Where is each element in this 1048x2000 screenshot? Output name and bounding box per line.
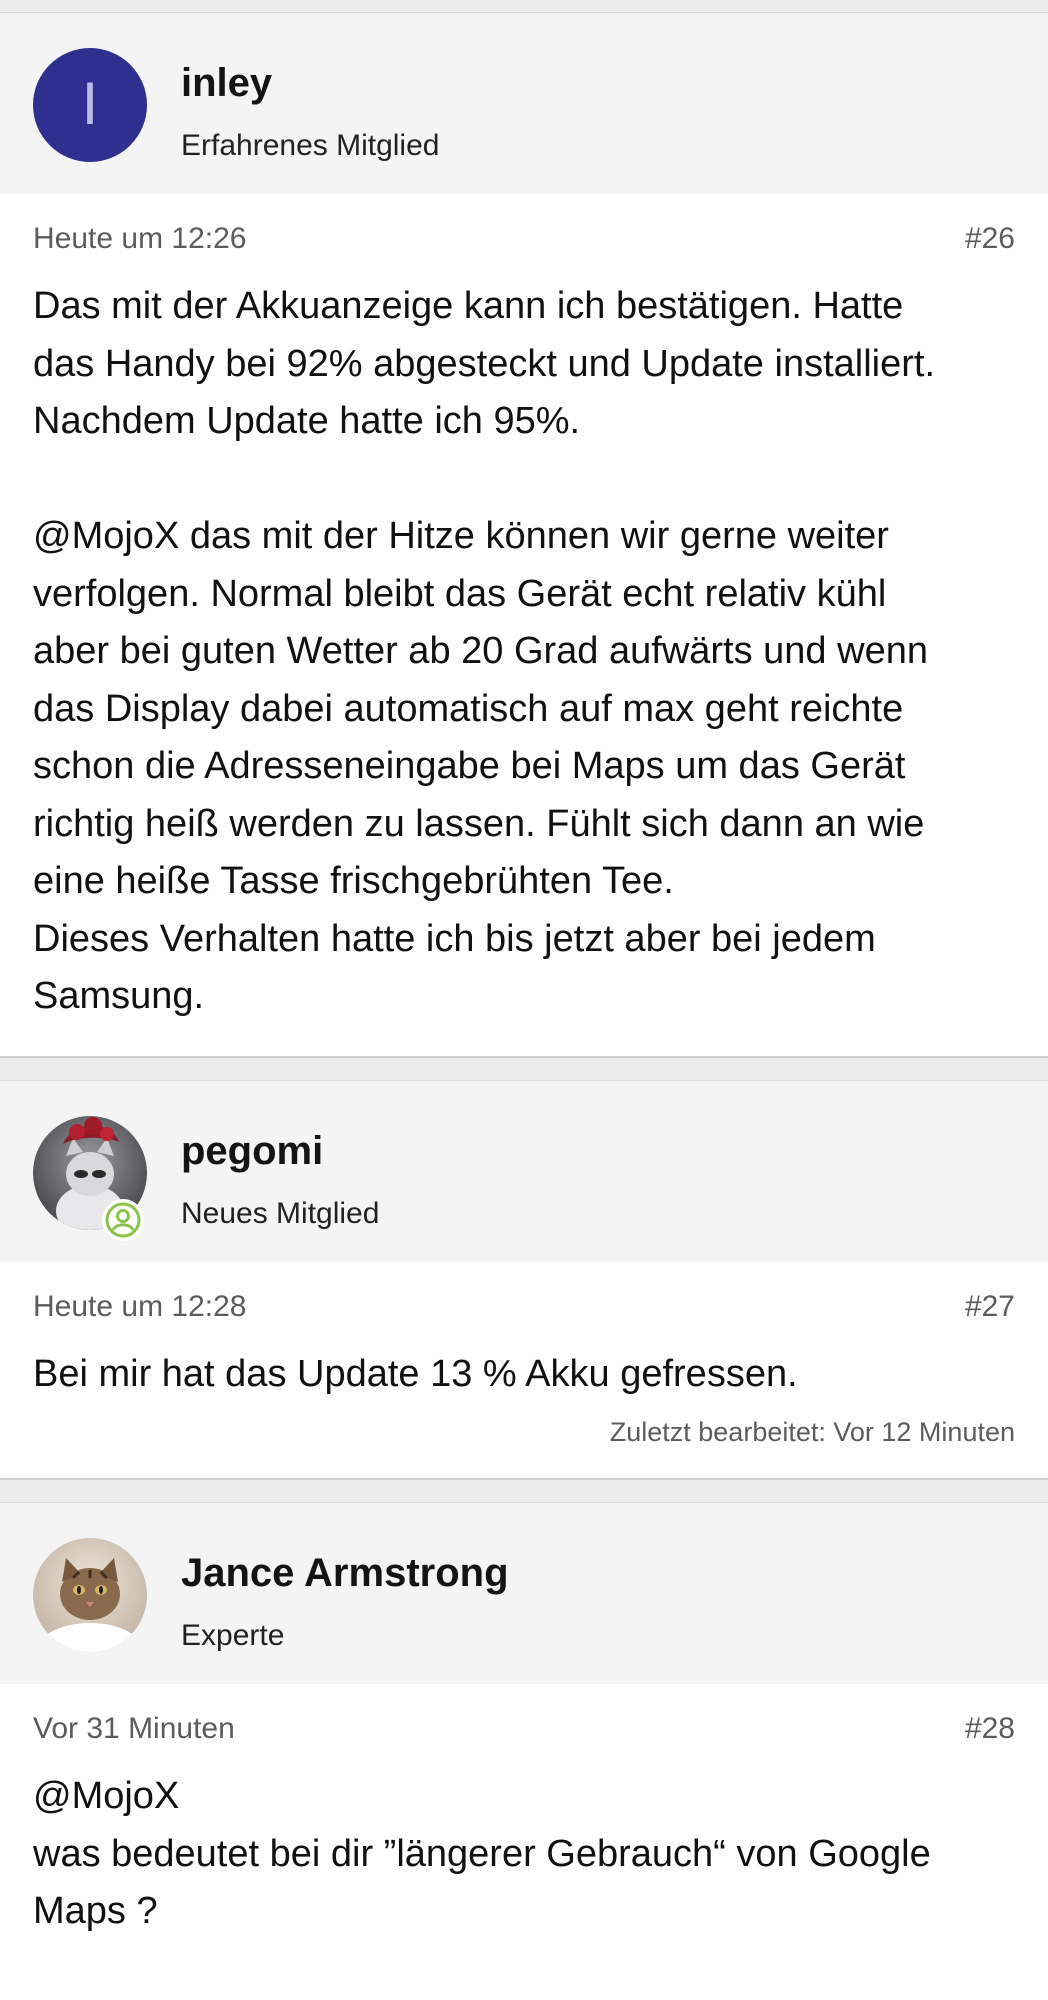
user-rank: Erfahrenes Mitglied bbox=[181, 129, 440, 162]
forum-post: I inley Erfahrenes Mitglied Heute um 12:… bbox=[0, 13, 1048, 1056]
post-content: Das mit der Akkuanzeige kann ich bestäti… bbox=[33, 285, 935, 1017]
username[interactable]: Jance Armstrong bbox=[181, 1551, 509, 1596]
post-divider bbox=[0, 1478, 1048, 1503]
top-separator bbox=[0, 0, 1048, 13]
post-author-header: Jance Armstrong Experte bbox=[0, 1503, 1048, 1684]
avatar[interactable]: I bbox=[33, 48, 147, 162]
post-meta: Heute um 12:26 #26 bbox=[33, 222, 1015, 256]
post-timestamp[interactable]: Heute um 12:28 bbox=[33, 1290, 246, 1324]
post-body: Vor 31 Minuten #28 @MojoX was bedeutet b… bbox=[0, 1684, 1048, 1971]
forum-post: pegomi Neues Mitglied Heute um 12:28 #27… bbox=[0, 1080, 1048, 1479]
username[interactable]: inley bbox=[181, 61, 272, 106]
new-member-user-icon bbox=[102, 1198, 144, 1241]
post-number[interactable]: #28 bbox=[965, 1712, 1015, 1746]
post-body: Heute um 12:26 #26 Das mit der Akkuanzei… bbox=[0, 194, 1048, 1056]
user-rank: Neues Mitglied bbox=[181, 1196, 380, 1230]
username[interactable]: pegomi bbox=[181, 1129, 323, 1174]
post-meta: Vor 31 Minuten #28 bbox=[33, 1712, 1015, 1746]
tabby-cat-avatar[interactable] bbox=[33, 1538, 147, 1652]
avatar-image bbox=[33, 1538, 147, 1652]
post-content: @MojoX was bedeutet bei dir ”längerer Ge… bbox=[33, 1775, 931, 1932]
post-body: Heute um 12:28 #27 Bei mir hat das Updat… bbox=[0, 1262, 1048, 1479]
edited-note: Zuletzt bearbeitet: Vor 12 Minuten bbox=[609, 1417, 1015, 1447]
post-number[interactable]: #27 bbox=[965, 1290, 1015, 1324]
post-timestamp[interactable]: Vor 31 Minuten bbox=[33, 1712, 235, 1746]
user-rank: Experte bbox=[181, 1619, 285, 1652]
post-content: Bei mir hat das Update 13 % Akku gefress… bbox=[33, 1352, 798, 1395]
post-timestamp[interactable]: Heute um 12:26 bbox=[33, 222, 246, 256]
post-author-header: I inley Erfahrenes Mitglied bbox=[0, 13, 1048, 194]
forum-post: Jance Armstrong Experte Vor 31 Minuten #… bbox=[0, 1503, 1048, 1971]
post-author-header: pegomi Neues Mitglied bbox=[0, 1080, 1048, 1262]
post-number[interactable]: #26 bbox=[965, 222, 1015, 256]
post-meta: Heute um 12:28 #27 bbox=[33, 1290, 1015, 1324]
avatar-letter: I bbox=[81, 69, 99, 137]
post-divider bbox=[0, 1055, 1048, 1081]
